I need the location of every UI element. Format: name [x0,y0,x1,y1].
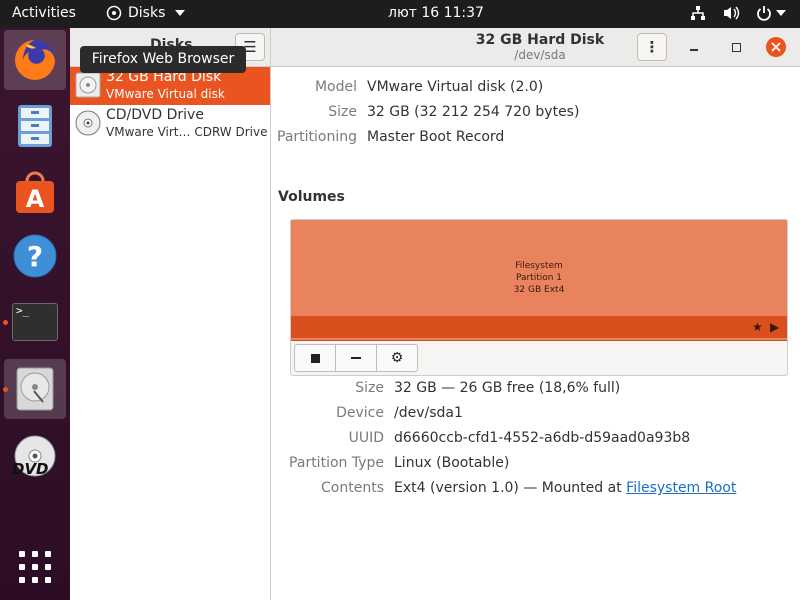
close-icon [771,42,781,52]
svg-text:A: A [26,185,45,213]
size-label: Size [328,104,357,120]
close-button[interactable] [766,37,786,57]
gear-icon: ⚙ [390,350,404,366]
star-icon: ★ [752,320,763,334]
maximize-icon [731,42,741,52]
dvd-label: DVD [12,460,49,478]
hard-disk-icon [75,72,101,98]
dock-item-help[interactable]: ? [4,226,66,286]
partitioning-label: Partitioning [277,129,357,145]
disk-list: 32 GB Hard Disk VMware Virtual disk CD/D… [70,67,271,600]
model-label: Model [314,79,357,95]
help-icon: ? [13,234,57,278]
play-icon: ▶ [770,320,780,334]
minus-icon [351,357,361,359]
maximize-button[interactable] [728,39,744,55]
disks-app-icon [106,5,122,21]
drive-options-button[interactable]: ⋮ [637,33,667,61]
partition-label: Filesystem Partition 1 32 GB Ext4 [291,260,787,296]
disk-item-cd-dvd[interactable]: CD/DVD Drive VMware Virt… CDRW Drive [70,105,270,143]
optical-disc-icon [75,110,101,136]
partition-type-value: Linux (Bootable) [394,455,510,471]
contents-value: Ext4 (version 1.0) — Mounted at Filesyst… [394,480,736,496]
running-indicator [3,387,8,392]
minimize-button[interactable] [686,39,702,55]
firefox-icon [15,40,55,80]
unmount-button[interactable] [294,344,336,372]
volume-toolbar: ⚙ [294,344,418,372]
clock[interactable]: лют 16 11:37 [388,5,484,21]
partition-stripe [291,316,787,338]
dock-item-terminal[interactable]: >_ [3,292,66,352]
filesystem-root-link[interactable]: Filesystem Root [626,480,736,496]
software-icon: A [16,171,54,213]
disk-name: CD/DVD Drive [106,107,204,123]
partition-label-line2: Partition 1 [515,273,563,283]
dock-item-firefox[interactable] [4,30,66,90]
dock-item-files[interactable] [4,96,66,156]
stop-icon [310,353,320,363]
files-icon [18,105,52,147]
model-value: VMware Virtual disk (2.0) [367,79,544,95]
contents-label: Contents [321,480,384,496]
volume-icon [724,6,740,20]
dock-item-software[interactable]: A [4,162,66,222]
app-menu[interactable]: Disks [106,5,186,21]
top-bar: Activities Disks лют 16 11:37 [0,0,800,28]
partition-type-label: Partition Type [289,455,384,471]
disk-detail: VMware Virtual disk [106,87,225,101]
device-label: Device [336,405,384,421]
partition-size-label: Size [355,380,384,396]
volumes-heading: Volumes [278,189,345,205]
size-value: 32 GB (32 212 254 720 bytes) [367,104,580,120]
contents-text: Ext4 (version 1.0) — Mounted at [394,480,627,496]
svg-text:?: ? [27,240,43,273]
partition-label-line3: 32 GB Ext4 [513,285,565,295]
kebab-menu-icon: ⋮ [644,38,660,56]
partition-options-button[interactable]: ⚙ [376,344,418,372]
partition-block[interactable]: Filesystem Partition 1 32 GB Ext4 ★ ▶ [291,220,787,341]
dock-item-disks[interactable] [3,359,66,419]
disk-detail: VMware Virt… CDRW Drive [106,125,268,139]
partition-size-value: 32 GB — 26 GB free (18,6% full) [394,380,621,396]
running-indicator [3,320,8,325]
app-grid-icon [19,551,51,583]
volumes-panel: Filesystem Partition 1 32 GB Ext4 ★ ▶ ⚙ [290,219,788,376]
dock-tooltip: Firefox Web Browser [80,46,246,73]
disks-window: Disks ☰ 32 GB Hard Disk /dev/sda ⋮ 32 GB… [70,28,800,600]
network-icon [691,6,705,20]
show-applications-button[interactable] [4,537,66,597]
partition-label-line1: Filesystem [515,261,563,271]
delete-partition-button[interactable] [335,344,377,372]
app-menu-label: Disks [128,5,166,21]
power-icon [757,6,771,21]
terminal-prompt: >_ [16,304,30,317]
minimize-icon [690,49,698,51]
chevron-down-icon [175,10,186,16]
device-value: /dev/sda1 [394,405,463,421]
disk-details: Model VMware Virtual disk (2.0) Size 32 … [271,67,800,600]
uuid-label: UUID [348,430,384,446]
uuid-value: d6660ccb-cfd1-4552-a6db-d59aad0a93b8 [394,430,691,446]
partitioning-value: Master Boot Record [367,129,505,145]
power-menu[interactable] [756,5,786,21]
system-tray[interactable] [690,5,786,21]
dock-item-dvd[interactable]: DVD [4,426,66,486]
chevron-down-icon [776,10,786,16]
dock: A ? >_ DVD [0,28,70,600]
activities-button[interactable]: Activities [12,5,76,21]
disks-icon [16,367,54,411]
terminal-icon: >_ [12,303,58,341]
